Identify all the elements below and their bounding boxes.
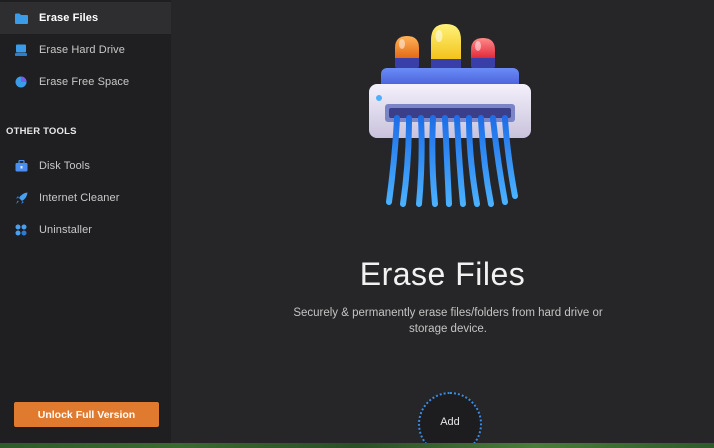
add-button[interactable]: Add — [418, 392, 482, 448]
sidebar-item-disk-tools[interactable]: Disk Tools — [0, 150, 171, 182]
file-shredder-icon — [365, 18, 535, 210]
sidebar-item-uninstaller[interactable]: Uninstaller — [0, 214, 171, 246]
section-title-other-tools: OTHER TOOLS — [6, 126, 77, 137]
sidebar-item-label: Disk Tools — [39, 160, 90, 172]
apps-grid-icon — [14, 223, 28, 237]
sidebar-item-erase-free-space[interactable]: Erase Free Space — [0, 66, 171, 98]
sidebar-item-erase-hard-drive[interactable]: Erase Hard Drive — [0, 34, 171, 66]
sidebar-item-label: Erase Files — [39, 12, 99, 24]
sidebar-item-erase-files[interactable]: Erase Files — [0, 2, 171, 34]
sidebar-item-label: Erase Hard Drive — [39, 44, 125, 56]
pie-chart-icon — [14, 75, 28, 89]
unlock-full-version-button[interactable]: Unlock Full Version — [14, 402, 159, 427]
sidebar: Erase Files Erase Hard Drive Erase Free … — [0, 0, 171, 448]
sidebar-item-internet-cleaner[interactable]: Internet Cleaner — [0, 182, 171, 214]
sidebar-item-label: Uninstaller — [39, 224, 93, 236]
rocket-icon — [14, 191, 28, 205]
page-title: Erase Files — [359, 256, 526, 292]
sidebar-item-label: Internet Cleaner — [39, 192, 120, 204]
add-button-label: Add — [440, 416, 460, 428]
main-panel: Erase Files Securely & permanently erase… — [171, 0, 714, 448]
folder-icon — [14, 11, 28, 25]
taskbar-edge — [0, 443, 714, 448]
page-description: Securely & permanently erase files/folde… — [293, 307, 603, 335]
hard-drive-icon — [14, 43, 28, 57]
toolbox-icon — [14, 159, 28, 173]
sidebar-item-label: Erase Free Space — [39, 76, 130, 88]
